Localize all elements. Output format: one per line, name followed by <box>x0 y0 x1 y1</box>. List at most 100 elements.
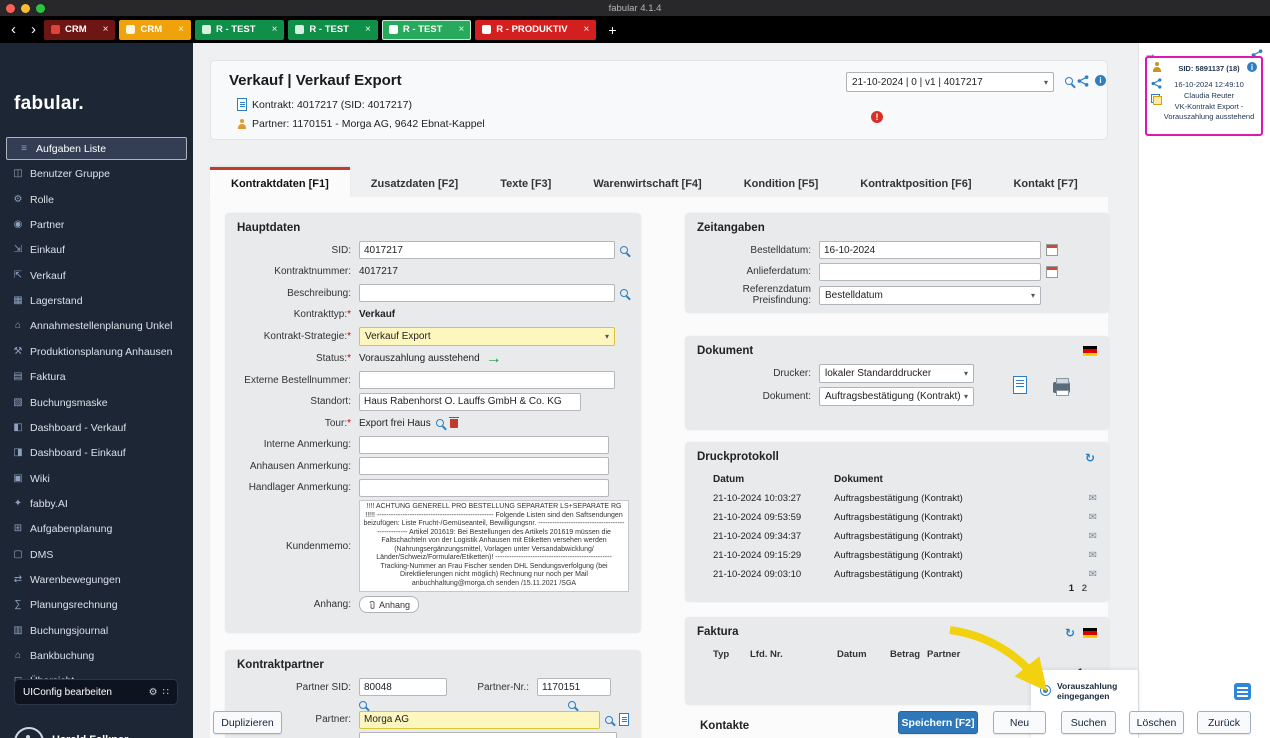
anlieferdatum-input[interactable] <box>819 263 1041 281</box>
close-tab-icon[interactable]: × <box>103 24 109 35</box>
sidebar-item-partner[interactable]: ◉Partner <box>6 213 187 236</box>
partner-nr-input[interactable] <box>537 678 611 696</box>
delete-tour-icon[interactable] <box>450 419 458 428</box>
mail-icon[interactable]: ✉ <box>1077 512 1097 523</box>
forward-button[interactable]: › <box>27 21 40 38</box>
version-select[interactable]: 21-10-2024 | 0 | v1 | 4017217 ▾ <box>846 72 1054 92</box>
neu-button[interactable]: Neu <box>993 711 1046 734</box>
close-tab-icon[interactable]: × <box>365 24 371 35</box>
tab-kontraktdaten[interactable]: Kontraktdaten [F1] <box>210 167 350 197</box>
close-tab-icon[interactable]: × <box>584 24 590 35</box>
sidebar-item-buchungsjournal[interactable]: ▥Buchungsjournal <box>6 619 187 642</box>
search-icon[interactable] <box>436 419 444 427</box>
drucker-select[interactable]: lokaler Standarddrucker▾ <box>819 364 974 383</box>
sidebar-item-aufgabenplanung[interactable]: ⊞Aufgabenplanung <box>6 517 187 540</box>
tab-crm-2[interactable]: CRM × <box>119 20 190 40</box>
druckprotokoll-row[interactable]: 21-10-2024 09:34:37Auftragsbestätigung (… <box>697 527 1097 546</box>
zurueck-button[interactable]: Zurück <box>1197 711 1251 734</box>
sidebar-item-dms[interactable]: ▢DMS <box>6 543 187 566</box>
duplizieren-button[interactable]: Duplizieren <box>213 711 282 734</box>
mail-icon[interactable]: ✉ <box>1077 550 1097 561</box>
sidebar-item-dashboard-einkauf[interactable]: ◨Dashboard - Einkauf <box>6 441 187 464</box>
search-icon[interactable] <box>620 289 628 297</box>
vorauszahlung-radio[interactable] <box>1040 685 1051 696</box>
sidebar-item-annahmestellenplanung[interactable]: ⌂Annahmestellenplanung Unkel <box>6 314 187 337</box>
close-tab-icon[interactable]: × <box>458 24 464 35</box>
german-flag-icon[interactable] <box>1083 346 1097 356</box>
druckprotokoll-row[interactable]: 21-10-2024 10:03:27Auftragsbestätigung (… <box>697 489 1097 508</box>
german-flag-icon[interactable] <box>1083 628 1097 638</box>
tab-r-test-3-active[interactable]: R - TEST × <box>382 20 471 40</box>
tab-kontakt[interactable]: Kontakt [F7] <box>992 167 1098 197</box>
sidebar-item-verkauf[interactable]: ⇱Verkauf <box>6 264 187 287</box>
druckprotokoll-row[interactable]: 21-10-2024 09:15:29Auftragsbestätigung (… <box>697 546 1097 565</box>
search-partner-nr-icon[interactable] <box>568 701 576 709</box>
anhang-button[interactable]: Anhang <box>359 596 419 613</box>
info-icon[interactable]: i <box>1095 75 1106 86</box>
status-arrow-icon[interactable]: → <box>486 350 502 368</box>
referenzdatum-select[interactable]: Bestelldatum▾ <box>819 286 1041 305</box>
close-tab-icon[interactable]: × <box>178 24 184 35</box>
sidebar-item-lagerstand[interactable]: ▦Lagerstand <box>6 289 187 312</box>
speichern-button[interactable]: Speichern [F2] <box>898 711 978 734</box>
partner-doc-icon[interactable] <box>619 713 629 726</box>
back-button[interactable]: ‹ <box>7 21 20 38</box>
mail-icon[interactable]: ✉ <box>1077 531 1097 542</box>
sidebar-item-fabby-ai[interactable]: ✦fabby.AI <box>6 492 187 515</box>
kundenmemo-box[interactable]: !!!! ACHTUNG GENERELL PRO BESTELLUNG SEP… <box>359 500 629 592</box>
mail-icon[interactable]: ✉ <box>1077 569 1097 580</box>
partner-sid-input[interactable] <box>359 678 447 696</box>
search-version-icon[interactable] <box>1065 77 1073 85</box>
strategie-select[interactable]: Verkauf Export▾ <box>359 327 615 346</box>
calendar-icon[interactable] <box>1046 266 1058 278</box>
page-2[interactable]: 2 <box>1082 583 1087 594</box>
calendar-icon[interactable] <box>1046 244 1058 256</box>
sidebar-item-warenbewegungen[interactable]: ⇄Warenbewegungen <box>6 568 187 591</box>
sidebar-item-benutzer-gruppe[interactable]: ◫Benutzer Gruppe <box>6 162 187 185</box>
sidebar-item-planungsrechnung[interactable]: ∑Planungsrechnung <box>6 593 187 616</box>
refresh-icon[interactable]: ↻ <box>1085 452 1095 464</box>
sidebar-item-dashboard-verkauf[interactable]: ◧Dashboard - Verkauf <box>6 416 187 439</box>
sidebar-item-wiki[interactable]: ▣Wiki <box>6 467 187 490</box>
notification-card[interactable]: i SID: 5891137 (18) 16-10-2024 12:49:10 … <box>1145 56 1263 136</box>
mail-icon[interactable]: ✉ <box>1077 493 1097 504</box>
druckprotokoll-row[interactable]: 21-10-2024 09:03:10Auftragsbestätigung (… <box>697 565 1097 584</box>
partner-extra-input[interactable] <box>359 732 617 738</box>
avatar[interactable] <box>14 727 44 738</box>
tab-crm-1[interactable]: CRM × <box>44 20 115 40</box>
search-partner-sid-icon[interactable] <box>359 701 367 709</box>
tab-r-test-1[interactable]: R - TEST × <box>195 20 284 40</box>
partner-input[interactable] <box>359 711 600 729</box>
externe-bestellnummer-input[interactable] <box>359 371 615 389</box>
sidebar-item-produktionsplanung[interactable]: ⚒Produktionsplanung Anhausen <box>6 340 187 363</box>
share-icon[interactable] <box>1077 75 1089 87</box>
sidebar-item-aufgaben-liste[interactable]: ≡Aufgaben Liste <box>6 137 187 160</box>
bestelldatum-input[interactable] <box>819 241 1041 259</box>
standort-input[interactable] <box>359 393 581 411</box>
refresh-icon[interactable]: ↻ <box>1065 627 1075 639</box>
page-1[interactable]: 1 <box>1069 583 1074 594</box>
handlager-anmerkung-input[interactable] <box>359 479 609 497</box>
printer-icon[interactable] <box>1053 382 1070 393</box>
tab-texte[interactable]: Texte [F3] <box>479 167 572 197</box>
beschreibung-input[interactable] <box>359 284 615 302</box>
tab-zusatzdaten[interactable]: Zusatzdaten [F2] <box>350 167 479 197</box>
tab-r-produktiv[interactable]: R - PRODUKTIV × <box>475 20 596 40</box>
sidebar-item-buchungsmaske[interactable]: ▧Buchungsmaske <box>6 391 187 414</box>
tab-r-test-2[interactable]: R - TEST × <box>288 20 377 40</box>
tab-warenwirtschaft[interactable]: Warenwirtschaft [F4] <box>572 167 722 197</box>
close-tab-icon[interactable]: × <box>272 24 278 35</box>
sidebar-item-bankbuchung[interactable]: ⌂Bankbuchung <box>6 644 187 667</box>
warning-icon[interactable]: ! <box>871 111 883 123</box>
suchen-button[interactable]: Suchen <box>1061 711 1116 734</box>
druckprotokoll-row[interactable]: 21-10-2024 09:53:59Auftragsbestätigung (… <box>697 508 1097 527</box>
tab-kontraktposition[interactable]: Kontraktposition [F6] <box>839 167 992 197</box>
interne-anmerkung-input[interactable] <box>359 436 609 454</box>
anhausen-anmerkung-input[interactable] <box>359 457 609 475</box>
sidebar-item-rolle[interactable]: ⚙Rolle <box>6 188 187 211</box>
loeschen-button[interactable]: Löschen <box>1129 711 1184 734</box>
uiconfig-button[interactable]: UIConfig bearbeiten ⚙ ∷ <box>14 679 178 705</box>
tab-kondition[interactable]: Kondition [F5] <box>723 167 840 197</box>
preview-doc-icon[interactable] <box>1013 376 1027 394</box>
new-tab-button[interactable]: + <box>608 22 616 38</box>
